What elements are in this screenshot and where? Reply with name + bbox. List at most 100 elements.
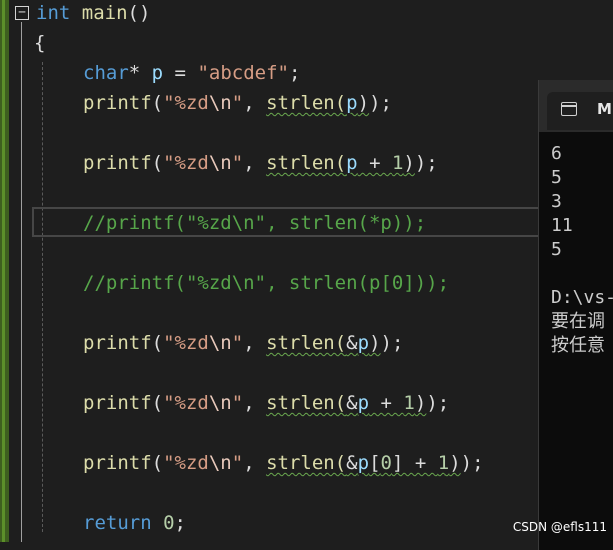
code-line[interactable]: printf("%zd\n", strlen(p + 1)); <box>36 150 438 176</box>
code-line[interactable]: int main() <box>36 0 150 26</box>
code-token: { <box>34 32 46 54</box>
console-output-line: 11 <box>551 215 573 236</box>
code-token: strlen( <box>266 332 347 354</box>
code-line[interactable]: printf("%zd\n", strlen(&p + 1)); <box>36 390 449 416</box>
console-tab-bar: Mi <box>539 80 613 132</box>
console-output-line: 3 <box>551 191 562 212</box>
code-token: ( <box>151 332 164 354</box>
code-token: ); <box>380 332 404 354</box>
code-line[interactable]: printf("%zd\n", strlen(&p[0] + 1)); <box>36 450 484 476</box>
code-token: , <box>243 452 267 474</box>
code-token: , <box>243 152 267 174</box>
console-output-line: 5 <box>551 239 562 260</box>
code-token: "%zd <box>163 452 209 474</box>
code-token: ); <box>426 392 450 414</box>
console-window[interactable]: Mi 6 5 3 11 5 D:\vs- 要在调 按任意 <box>538 80 613 550</box>
console-output-line: 要在调 <box>551 311 605 332</box>
code-token: ( <box>151 92 164 114</box>
code-line[interactable]: //printf("%zd\n", strlen(*p)); <box>36 210 426 236</box>
code-line[interactable]: printf("%zd\n", strlen(p)); <box>36 90 392 116</box>
code-token: printf <box>83 392 152 414</box>
code-token: 0 <box>163 512 175 534</box>
code-token: p <box>357 452 370 474</box>
change-indicator-bar <box>0 0 9 542</box>
console-output-line: 5 <box>551 167 562 188</box>
code-token: ] + <box>391 452 438 474</box>
code-token: strlen( <box>266 152 347 174</box>
code-token: printf <box>83 332 152 354</box>
code-token: printf <box>83 92 152 114</box>
code-token: "%zd <box>163 392 209 414</box>
code-token: , <box>243 332 267 354</box>
code-token: "%zd <box>163 332 209 354</box>
code-token: ( <box>151 452 164 474</box>
code-token: //printf("%zd\n", strlen(*p)); <box>83 212 427 234</box>
code-token: \n <box>208 392 232 414</box>
code-token: , <box>243 392 267 414</box>
code-line[interactable]: return 0; <box>36 510 186 536</box>
code-token: ); <box>369 92 392 114</box>
code-token: + <box>357 152 392 174</box>
code-token: \n <box>208 92 232 114</box>
code-token: ( <box>151 392 164 414</box>
code-token: 1 <box>403 392 415 414</box>
console-tab[interactable]: Mi <box>547 92 613 130</box>
collapse-icon[interactable]: − <box>15 6 29 20</box>
console-output-line: 按任意 <box>551 335 605 356</box>
code-line[interactable]: //printf("%zd\n", strlen(p[0])); <box>36 270 449 296</box>
code-token: ) <box>357 92 370 114</box>
code-token: "abcdef" <box>197 62 289 84</box>
code-token: \n <box>208 152 232 174</box>
code-token: ); <box>414 152 438 174</box>
code-token: p <box>357 332 370 354</box>
code-token: & <box>346 332 358 354</box>
console-output-line: D:\vs- <box>551 287 613 308</box>
code-token: ); <box>460 452 484 474</box>
code-token: " <box>231 92 244 114</box>
code-token: p <box>357 392 370 414</box>
code-token: 0 <box>380 452 392 474</box>
code-token: strlen( <box>266 392 347 414</box>
code-token: " <box>231 332 244 354</box>
code-token: " <box>231 152 244 174</box>
code-token: p <box>151 62 164 84</box>
code-token: "%zd <box>163 152 209 174</box>
terminal-window-icon <box>561 102 577 116</box>
code-token: return <box>83 512 152 534</box>
code-token: ) <box>369 332 381 354</box>
code-token: ) <box>449 452 461 474</box>
console-tab-title: Mi <box>597 100 613 118</box>
code-token: printf <box>83 152 152 174</box>
code-token: strlen( <box>266 92 347 114</box>
code-line[interactable]: { <box>34 30 45 56</box>
code-line[interactable]: printf("%zd\n", strlen(&p)); <box>36 330 403 356</box>
code-token: 1 <box>437 452 450 474</box>
code-token: p <box>346 92 358 114</box>
code-token: \n <box>208 332 232 354</box>
code-token: ; <box>288 62 301 84</box>
code-line[interactable]: char* p = "abcdef"; <box>36 60 300 86</box>
code-token: () <box>127 2 151 24</box>
code-token: printf <box>83 452 152 474</box>
code-token: //printf("%zd\n", strlen(p[0])); <box>83 272 450 294</box>
code-token: , <box>243 92 267 114</box>
code-token: & <box>346 392 358 414</box>
code-token: " <box>231 452 244 474</box>
code-token: ) <box>403 152 415 174</box>
code-token: p <box>346 152 358 174</box>
code-token: int <box>36 2 71 24</box>
code-token: " <box>231 392 244 414</box>
code-token: [ <box>369 452 381 474</box>
code-token: ( <box>151 152 164 174</box>
code-token: 1 <box>391 152 404 174</box>
code-token: main <box>81 2 128 24</box>
code-token: & <box>346 452 358 474</box>
code-token: "%zd <box>163 92 209 114</box>
code-token: ; <box>174 512 186 534</box>
watermark: CSDN @efls111 <box>512 520 607 534</box>
code-token: char <box>83 62 129 84</box>
code-token: = <box>163 62 198 84</box>
code-token: ) <box>414 392 427 414</box>
